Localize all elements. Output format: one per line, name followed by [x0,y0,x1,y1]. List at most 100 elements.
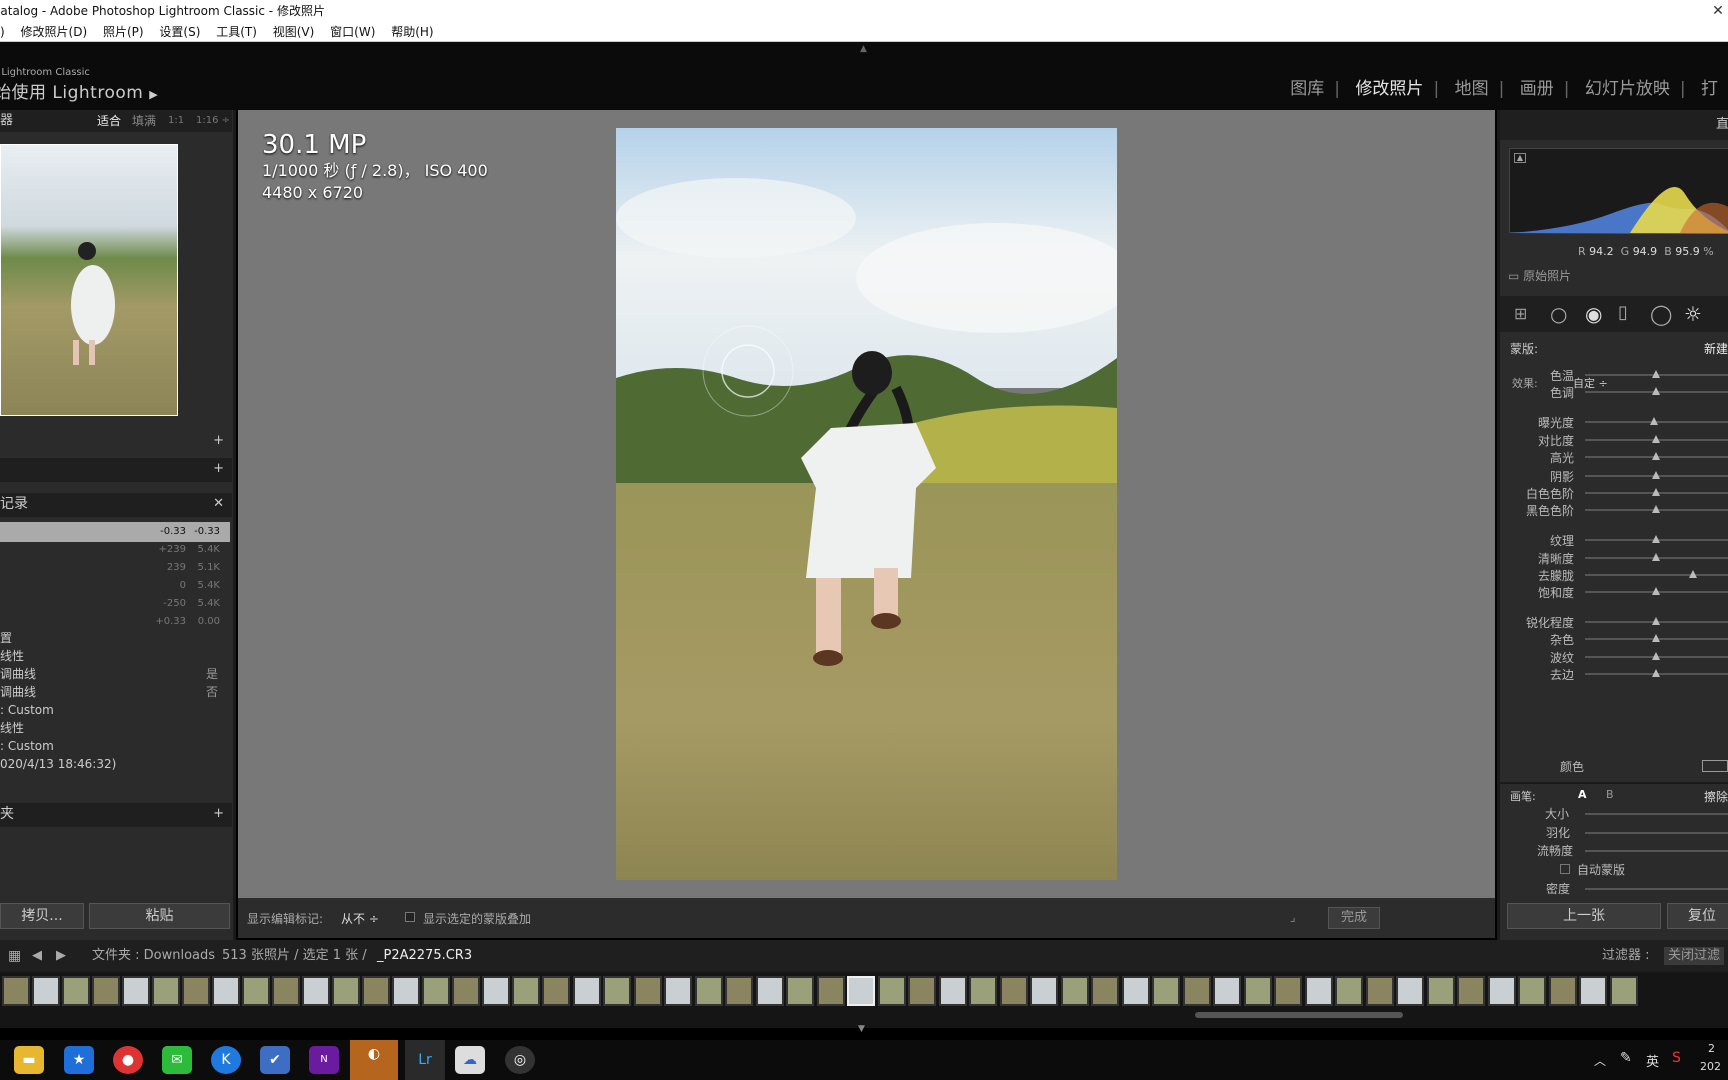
collections-header[interactable]: 夹 + [0,803,232,827]
filmstrip-thumb[interactable] [694,976,723,1006]
filmstrip-thumb[interactable] [272,976,300,1006]
filmstrip-thumb[interactable] [1487,976,1516,1006]
ime-lang[interactable]: 英 [1646,1051,1659,1070]
zoom-1-1[interactable]: 1:1 [168,110,184,132]
forward-icon[interactable]: ▶ [56,940,66,972]
slider-knob[interactable] [1651,669,1660,677]
module-print[interactable]: 打 [1701,79,1718,99]
filmstrip-thumb[interactable] [999,976,1028,1006]
brush-a-tab[interactable]: A [1578,788,1587,801]
filmstrip-thumb[interactable] [908,976,936,1006]
module-slideshow[interactable]: 幻灯片放映 [1585,79,1670,99]
history-row[interactable]: 0 5.4K [0,576,230,596]
zoom-1-16[interactable]: 1:16 ÷ [196,110,230,132]
history-row[interactable]: +239 5.4K [0,540,230,560]
adjust-slider[interactable]: 去边 [1500,665,1728,683]
obs-icon[interactable]: ◎ [505,1046,535,1074]
filmstrip-thumb[interactable] [452,976,480,1006]
grid-view-icon[interactable]: ▦ [8,940,21,972]
kugou-icon[interactable]: K [211,1046,241,1074]
slider-knob[interactable] [1650,417,1658,425]
density-slider[interactable] [1585,888,1728,890]
filmstrip-thumb[interactable] [1030,976,1058,1006]
filmstrip[interactable]: ▼ [0,972,1728,1034]
filmstrip-thumb[interactable] [1121,976,1150,1006]
history-row[interactable]: -0.33 -0.33 [0,522,230,542]
adjust-slider[interactable]: 波纹 [1500,648,1728,666]
navigator-preview[interactable] [0,144,178,416]
close-icon[interactable]: ✕ [213,493,224,515]
feishu-icon[interactable]: ✔ [260,1046,290,1074]
menu-item[interactable]: ) [0,22,5,42]
adjust-slider[interactable]: 清晰度 [1500,549,1728,567]
filmstrip-thumb[interactable] [542,976,570,1006]
filmstrip-thumb[interactable] [1304,976,1333,1006]
sogou-icon[interactable]: S [1672,1050,1681,1066]
brush-icon[interactable]: ☼ [1684,302,1702,326]
flow-slider[interactable] [1585,850,1728,852]
collapse-bottom-icon[interactable]: ▼ [858,1024,865,1034]
pen-icon[interactable]: ✎ [1620,1050,1632,1066]
slider-knob[interactable] [1689,570,1697,578]
adjust-slider[interactable]: 曝光度 [1500,413,1728,431]
main-photo[interactable] [616,128,1117,880]
filter-select[interactable]: 关闭过滤 [1664,947,1725,965]
red-eye-icon[interactable]: ◉ [1585,302,1602,326]
adjust-slider[interactable]: 阴影 [1500,467,1728,485]
folder-source[interactable]: 文件夹 : Downloads [92,940,215,972]
adjust-slider[interactable]: 高光 [1500,448,1728,466]
filmstrip-thumb[interactable] [512,976,540,1006]
history-step[interactable]: 调曲线是 [0,664,230,684]
filmstrip-thumb[interactable] [422,976,450,1006]
history-step[interactable]: : Custom [0,700,230,720]
menu-item-window[interactable]: 窗口(W) [330,22,375,42]
zoom-fill[interactable]: 填满 [132,110,156,132]
filmstrip-thumb[interactable] [1457,976,1485,1006]
adjust-slider[interactable]: 色调 [1500,383,1728,401]
feather-slider[interactable] [1585,832,1728,834]
slider-knob[interactable] [1651,535,1660,543]
erase-tab[interactable]: 擦除 [1704,788,1728,805]
history-row[interactable]: -250 5.4K [0,594,230,614]
filmstrip-thumb[interactable] [755,976,784,1006]
filmstrip-thumb[interactable] [938,976,967,1006]
filmstrip-thumb[interactable] [1609,976,1638,1006]
filmstrip-thumb[interactable] [1365,976,1394,1006]
slider-knob[interactable] [1651,553,1660,561]
navigator-header[interactable]: 器 适合 填满 1:1 1:16 ÷ [0,110,232,132]
filmstrip-thumb[interactable] [1335,976,1363,1006]
brand-title[interactable]: 始使用 Lightroom ▶ [0,78,158,103]
slider-knob[interactable] [1651,471,1660,479]
back-icon[interactable]: ◀ [32,940,42,972]
adjust-slider[interactable]: 对比度 [1500,431,1728,449]
slider-knob[interactable] [1651,488,1660,496]
wechat-icon[interactable]: ✉ [162,1046,192,1074]
filmstrip-thumb[interactable] [212,976,240,1006]
lightroom-icon[interactable]: Lr [405,1040,445,1080]
history-row[interactable]: 239 5.1K [0,558,230,578]
adjust-slider[interactable]: 色温 [1500,366,1728,384]
filmstrip-thumb[interactable] [1060,976,1089,1006]
slider-knob[interactable] [1651,617,1660,625]
histogram-header[interactable]: 直 [1500,110,1728,140]
menu-item-tools[interactable]: 工具(T) [216,22,257,42]
history-step[interactable]: 线性 [0,646,230,666]
file-explorer-icon[interactable]: ▬ [14,1046,44,1074]
filmstrip-thumb[interactable] [1396,976,1424,1006]
menu-item-develop[interactable]: 修改照片(D) [21,22,88,42]
module-library[interactable]: 图库 [1290,79,1324,99]
filmstrip-thumb[interactable] [122,976,150,1006]
paste-button[interactable]: 粘贴 [89,903,230,929]
color-swatch[interactable] [1702,760,1728,772]
menu-item-view[interactable]: 视图(V) [273,22,315,42]
filmstrip-thumb[interactable] [32,976,60,1006]
slider-knob[interactable] [1651,452,1660,460]
close-icon[interactable]: ✕ [1708,0,1728,22]
menu-item-photo[interactable]: 照片(P) [103,22,144,42]
slider-knob[interactable] [1651,435,1660,443]
filmstrip-thumb[interactable] [1091,976,1119,1006]
filmstrip-thumb[interactable] [877,976,906,1006]
graduated-filter-icon[interactable]: ▯ [1618,302,1628,323]
history-header[interactable]: 记录 ✕ [0,493,232,517]
filmstrip-thumb[interactable] [152,976,180,1006]
